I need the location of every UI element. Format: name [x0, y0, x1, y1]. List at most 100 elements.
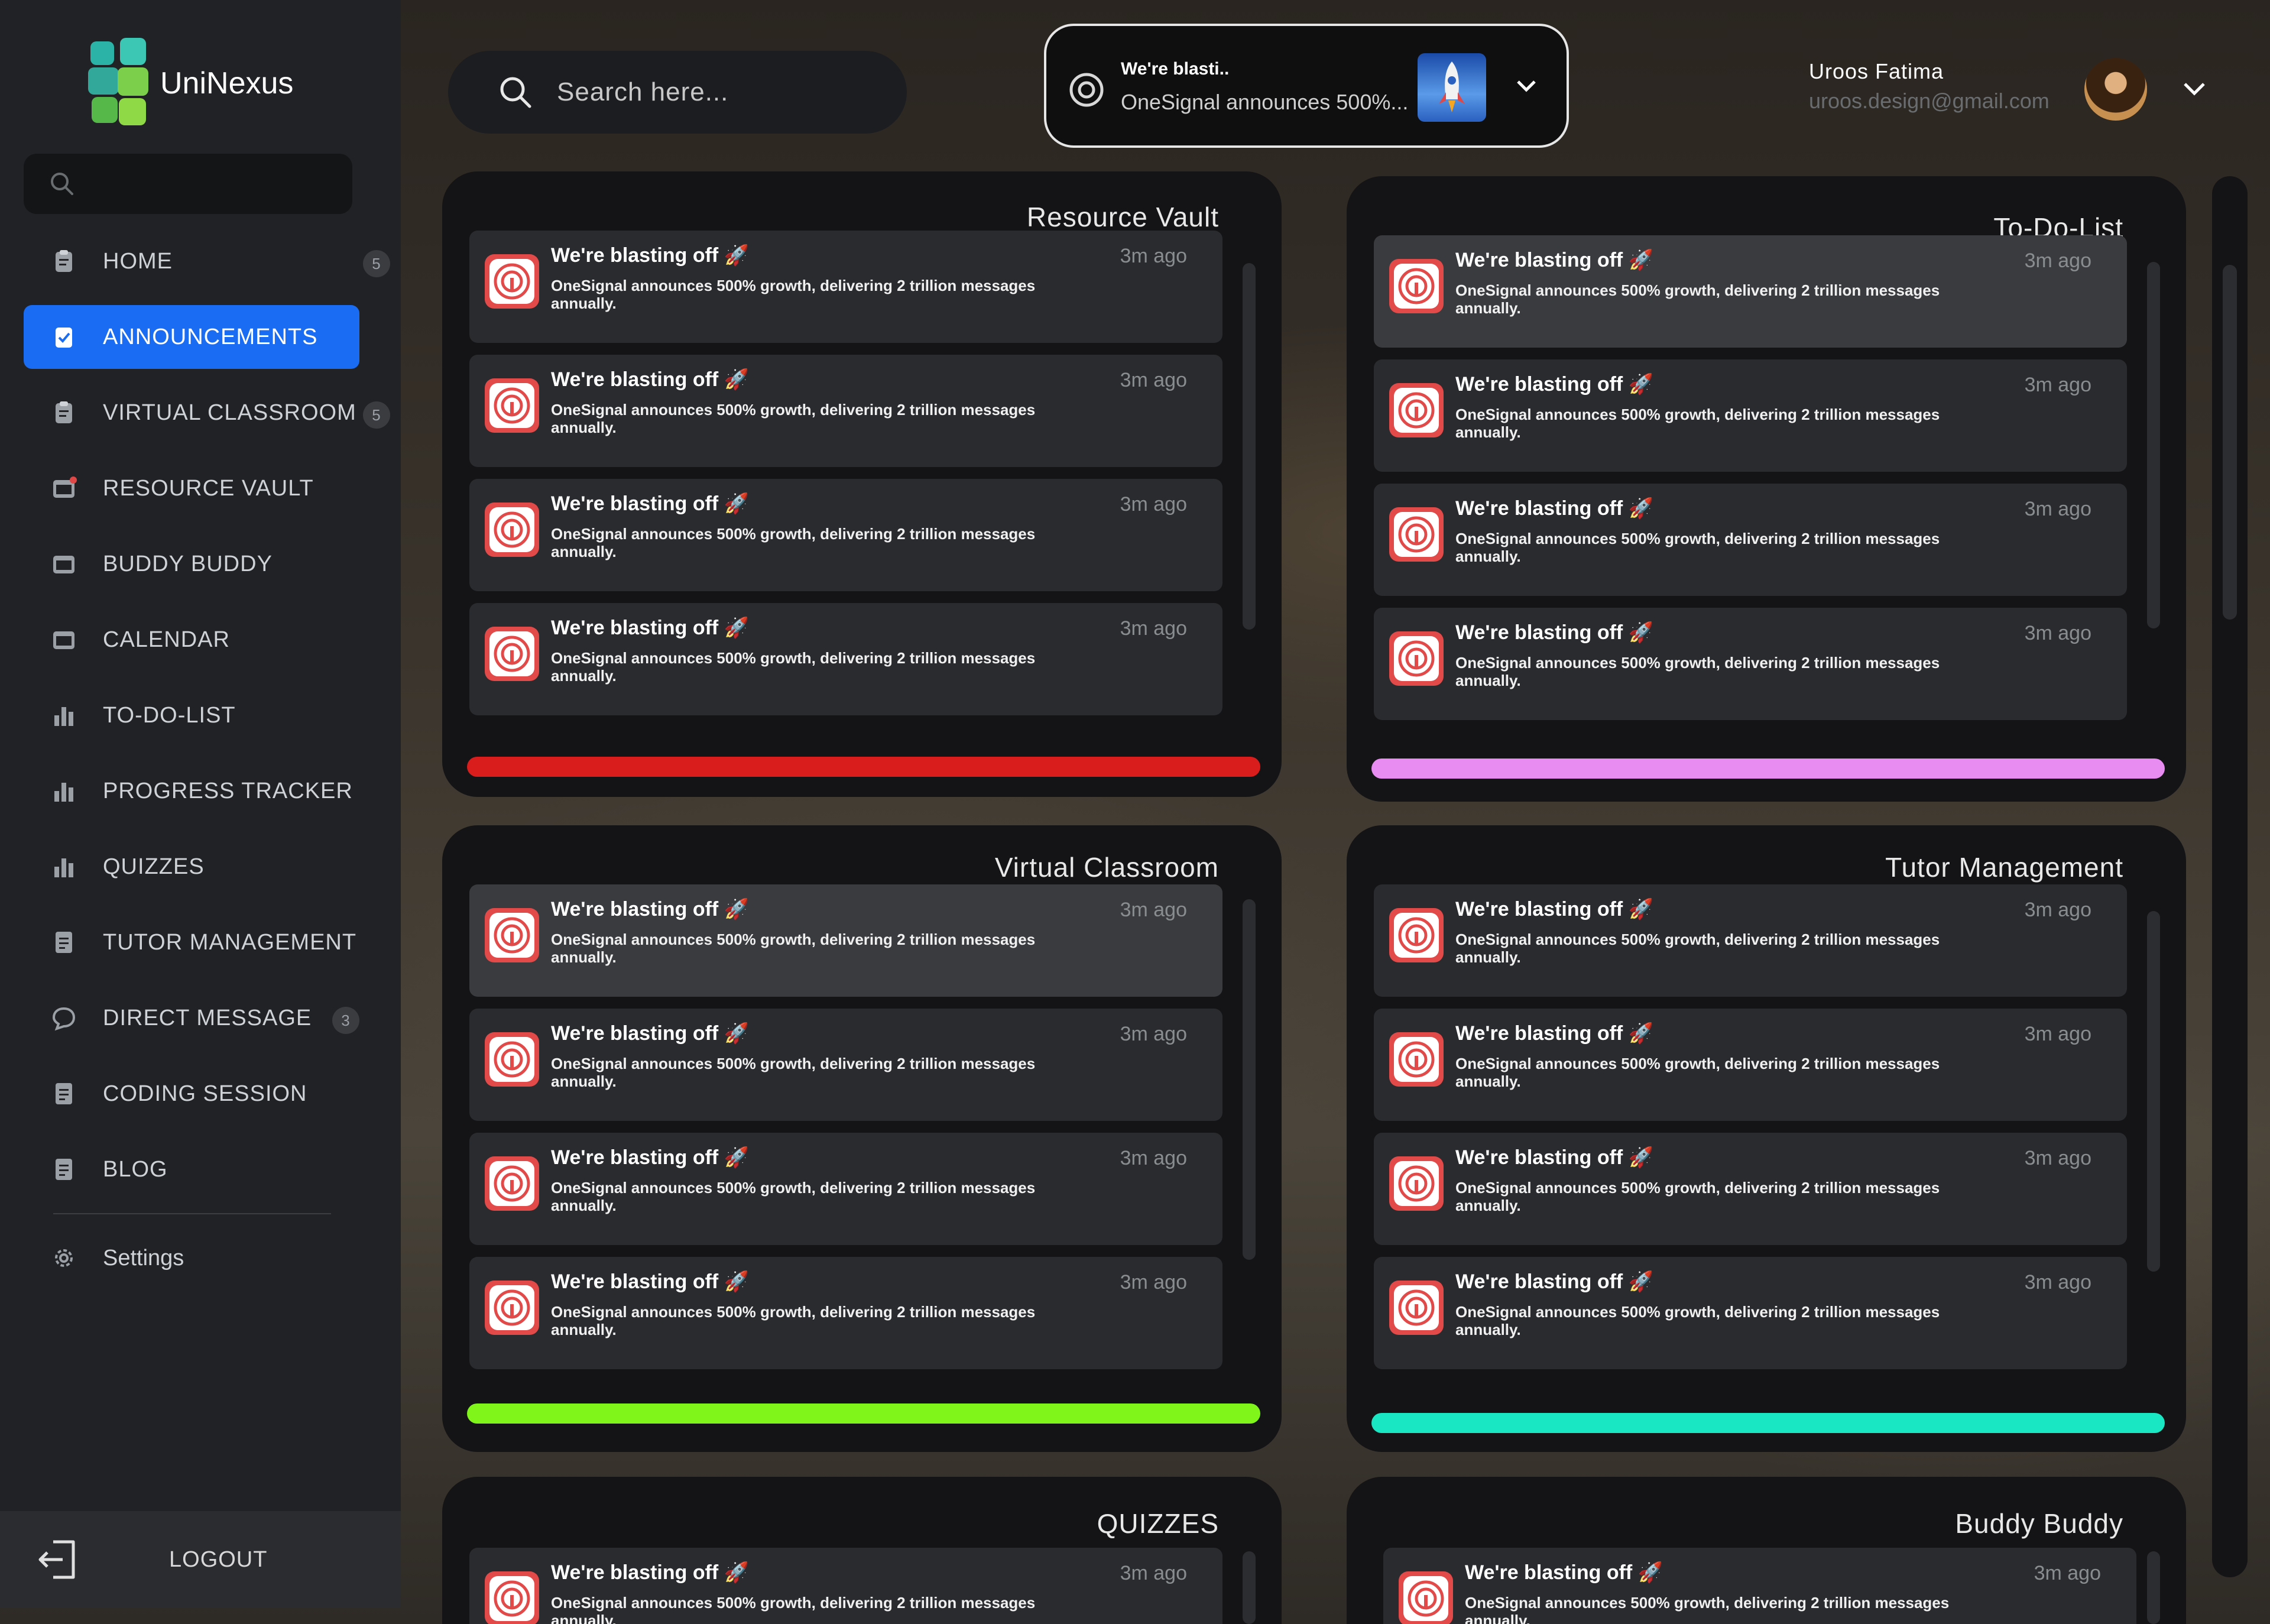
app-icon [1389, 507, 1444, 562]
sidebar-item-label: CALENDAR [103, 627, 230, 652]
sidebar-item-label: ANNOUNCEMENTS [103, 324, 318, 349]
notification-body: OneSignal announces 500% growth, deliver… [1455, 281, 1940, 317]
notification-item[interactable]: We're blasting off 🚀 OneSignal announces… [1374, 235, 2127, 348]
app-icon [485, 503, 539, 557]
sidebar-item-quizzes[interactable]: QUIZZES [24, 835, 390, 899]
sidebar-item-announcements[interactable]: ANNOUNCEMENTS [24, 305, 359, 369]
onesignal-icon [1069, 73, 1104, 107]
card-title: Tutor Management [1885, 852, 2123, 883]
notification-body: OneSignal announces 500% growth, deliver… [1455, 1303, 1940, 1338]
notification-title: We're blasting off 🚀 [1465, 1561, 1663, 1584]
sidebar-item-settings[interactable]: Settings [24, 1226, 390, 1290]
card-scrollbar[interactable] [1243, 899, 1256, 1260]
logo[interactable]: UniNexus [86, 35, 293, 131]
logout-button[interactable]: LOGOUT [0, 1511, 401, 1608]
app-icon [485, 1281, 539, 1335]
notification-title: We're blasting off 🚀 [1455, 497, 1654, 520]
notification-item[interactable]: We're blasting off 🚀 OneSignal announces… [469, 1133, 1222, 1245]
onesignal-icon [1394, 1161, 1439, 1206]
app-icon [1389, 259, 1444, 313]
clipboard-icon [56, 401, 72, 423]
notification-time: 3m ago [2024, 249, 2091, 272]
sidebar-item-coding-session[interactable]: CODING SESSION [24, 1062, 390, 1126]
notification-item[interactable]: We're blasting off 🚀 OneSignal announces… [1374, 608, 2127, 720]
notification-item[interactable]: We're blasting off 🚀 OneSignal announces… [1374, 884, 2127, 997]
onesignal-icon [1403, 1576, 1448, 1621]
notification-time: 3m ago [1120, 617, 1187, 640]
onesignal-icon [489, 1576, 534, 1621]
card-scrollbar[interactable] [1243, 1551, 1256, 1624]
notification-title: We're blasting off 🚀 [551, 1146, 750, 1169]
notification-body: OneSignal announces 500% growth, deliver… [1455, 931, 1940, 966]
sidebar-item-resource-vault[interactable]: RESOURCE VAULT [24, 456, 390, 520]
chevron-down-icon[interactable] [1515, 77, 1538, 95]
notification-body: OneSignal announces 500% growth, deliver… [1455, 530, 1940, 565]
onesignal-icon [489, 507, 534, 552]
onesignal-icon [489, 383, 534, 428]
notification-time: 3m ago [1120, 1562, 1187, 1584]
rocket-image [1418, 53, 1486, 122]
notification-item[interactable]: We're blasting off 🚀 OneSignal announces… [1374, 1257, 2127, 1369]
sidebar-search-input[interactable] [24, 154, 352, 214]
card: Buddy Buddy We're blasting off 🚀 OneSign… [1347, 1477, 2186, 1624]
sidebar-item-tutor-management[interactable]: TUTOR MANAGEMENT [24, 910, 390, 974]
notification-time: 3m ago [2024, 1023, 2091, 1045]
card: Virtual Classroom We're blasting off 🚀 O… [442, 825, 1282, 1452]
notification-title: We're blasting off 🚀 [1455, 1022, 1654, 1045]
card-progress-bar [1371, 1413, 2165, 1433]
notification-item[interactable]: We're blasting off 🚀 OneSignal announces… [469, 1009, 1222, 1121]
sidebar-item-label: VIRTUAL CLASSROOM [103, 400, 356, 425]
sidebar-item-label: TO-DO-LIST [103, 702, 236, 728]
user-name: Uroos Fatima [1809, 59, 1944, 83]
sidebar-item-virtual-classroom[interactable]: VIRTUAL CLASSROOM 5 [24, 381, 390, 445]
sidebar-item-buddy-buddy[interactable]: BUDDY BUDDY [24, 532, 390, 596]
card-scrollbar[interactable] [2147, 262, 2160, 628]
notification-item[interactable]: We're blasting off 🚀 OneSignal announces… [1374, 359, 2127, 472]
notification-item[interactable]: We're blasting off 🚀 OneSignal announces… [469, 603, 1222, 715]
logo-icon [86, 35, 152, 131]
notification-time: 3m ago [1120, 899, 1187, 921]
notification-item[interactable]: We're blasting off 🚀 OneSignal announces… [1374, 1133, 2127, 1245]
onesignal-icon [1394, 512, 1439, 557]
app-icon [485, 1571, 539, 1624]
notification-time: 3m ago [1120, 369, 1187, 391]
page-scrollbar[interactable] [2212, 176, 2248, 1577]
app-icon [1389, 383, 1444, 437]
app-icon [1399, 1571, 1453, 1624]
sidebar-item-progress-tracker[interactable]: PROGRESS TRACKER [24, 759, 390, 823]
notification-item[interactable]: We're blasting off 🚀 OneSignal announces… [469, 1257, 1222, 1369]
avatar[interactable] [2084, 58, 2147, 121]
notification-preview[interactable]: We're blasti.. OneSignal announces 500%.… [1044, 24, 1569, 148]
notification-item[interactable]: We're blasting off 🚀 OneSignal announces… [469, 884, 1222, 997]
sidebar-item-to-do-list[interactable]: TO-DO-LIST [24, 683, 390, 747]
notification-badge: 5 [363, 401, 390, 429]
chevron-down-icon[interactable] [2181, 79, 2207, 99]
sidebar-item-label: QUIZZES [103, 854, 205, 879]
card-scrollbar[interactable] [2147, 911, 2160, 1272]
notification-body: OneSignal announces 500% growth, deliver… [1455, 406, 1940, 441]
onesignal-icon [1394, 636, 1439, 681]
scrollbar-thumb[interactable] [2223, 265, 2237, 620]
notification-item[interactable]: We're blasting off 🚀 OneSignal announces… [1374, 1009, 2127, 1121]
sidebar-item-direct-message[interactable]: DIRECT MESSAGE 3 [24, 986, 390, 1050]
onesignal-icon [1394, 1285, 1439, 1330]
notification-item[interactable]: We're blasting off 🚀 OneSignal announces… [469, 479, 1222, 591]
card-scrollbar[interactable] [2147, 1551, 2160, 1624]
notification-item[interactable]: We're blasting off 🚀 OneSignal announces… [469, 1548, 1222, 1624]
sidebar-item-blog[interactable]: BLOG [24, 1137, 390, 1201]
notification-title: We're blasting off 🚀 [551, 368, 750, 391]
card-title: QUIZZES [1097, 1508, 1219, 1539]
card-scrollbar[interactable] [1243, 263, 1256, 630]
notification-item[interactable]: We're blasting off 🚀 OneSignal announces… [1374, 484, 2127, 596]
notification-time: 3m ago [1120, 1023, 1187, 1045]
notification-item[interactable]: We're blasting off 🚀 OneSignal announces… [469, 231, 1222, 343]
notification-item[interactable]: We're blasting off 🚀 OneSignal announces… [1383, 1548, 2136, 1624]
sidebar-item-label: RESOURCE VAULT [103, 475, 314, 501]
sidebar-item-home[interactable]: HOME 5 [24, 229, 390, 293]
search-placeholder: Search here... [557, 77, 729, 106]
document-icon [56, 932, 72, 953]
divider [53, 1213, 331, 1214]
search-input[interactable]: Search here... [448, 51, 907, 134]
notification-item[interactable]: We're blasting off 🚀 OneSignal announces… [469, 355, 1222, 467]
sidebar-item-calendar[interactable]: CALENDAR [24, 608, 390, 672]
